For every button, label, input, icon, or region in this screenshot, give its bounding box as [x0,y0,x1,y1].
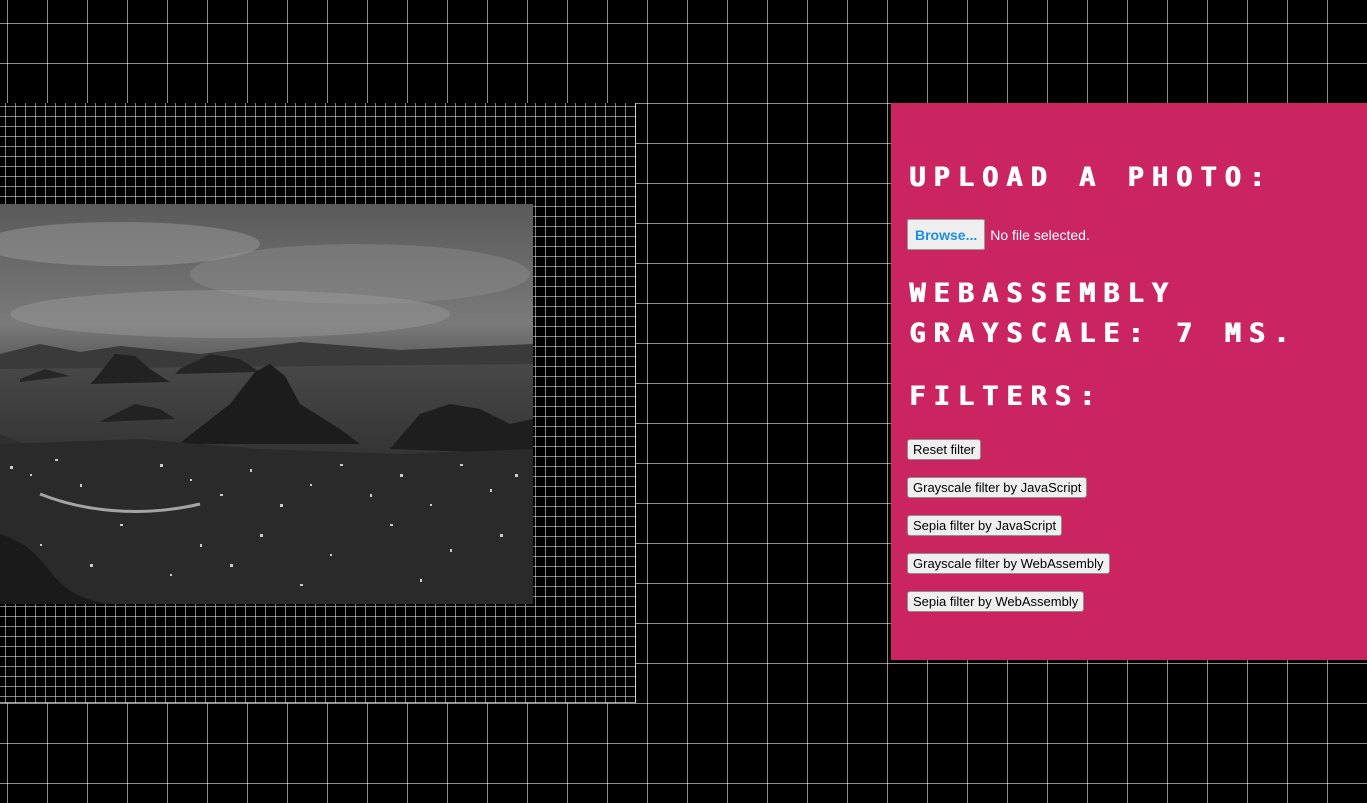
grayscale-wasm-button[interactable]: Grayscale filter by WebAssembly [907,553,1110,574]
filter-button-list: Reset filter Grayscale filter by JavaScr… [907,439,1110,629]
reset-filter-button[interactable]: Reset filter [907,439,982,460]
upload-heading: Upload a photo: [909,162,1273,193]
file-input[interactable]: Browse... No file selected. [907,219,1090,250]
control-panel: Upload a photo: Browse... No file select… [891,103,1367,660]
sepia-wasm-button[interactable]: Sepia filter by WebAssembly [907,591,1085,612]
timing-result: WebAssembly Grayscale: 7 ms. [909,278,1298,349]
city-night-photo [0,204,533,604]
canvas-area [0,103,636,703]
file-status-text: No file selected. [990,226,1090,243]
photo-preview [0,204,533,604]
browse-button[interactable]: Browse... [907,219,986,250]
filters-heading: Filters: [909,381,1104,412]
sepia-js-button[interactable]: Sepia filter by JavaScript [907,515,1063,536]
grayscale-js-button[interactable]: Grayscale filter by JavaScript [907,477,1088,498]
